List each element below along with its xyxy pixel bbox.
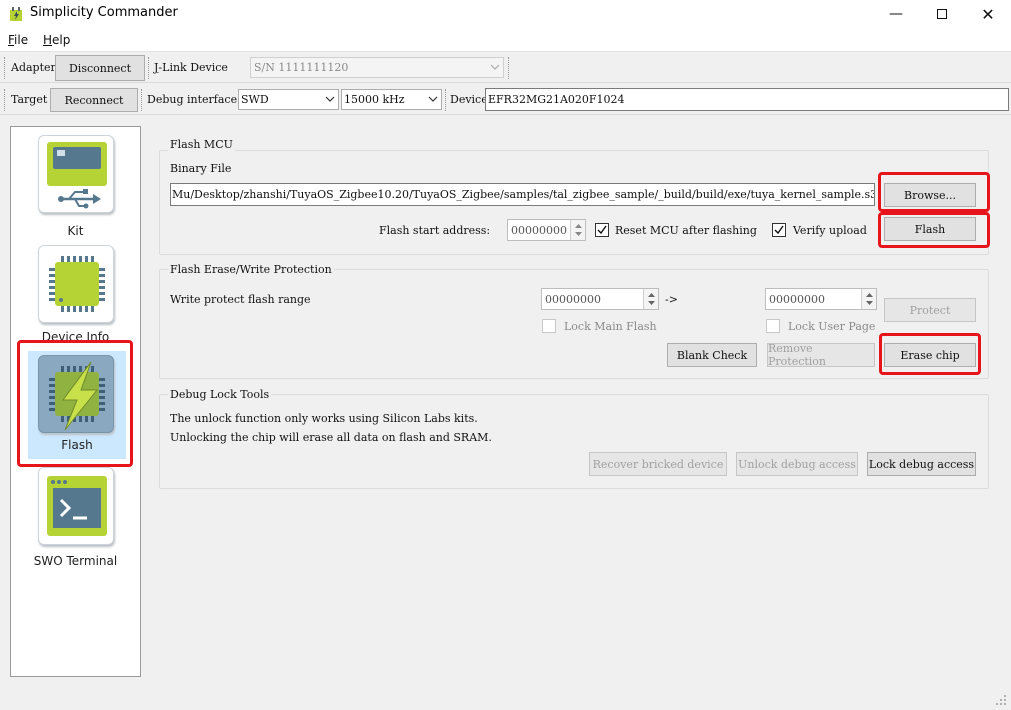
verify-upload-label: Verify upload — [793, 224, 867, 237]
write-protect-range-label: Write protect flash range — [170, 293, 311, 306]
highlight-flash-nav — [17, 340, 133, 467]
flash-start-address-value: 00000000 — [511, 223, 567, 237]
erase-protect-title: Flash Erase/Write Protection — [168, 263, 334, 276]
protect-from-value: 00000000 — [545, 292, 601, 306]
verify-upload-checkbox[interactable] — [772, 223, 786, 237]
minimize-icon: — — [889, 6, 903, 22]
menu-help-label: elp — [52, 33, 71, 47]
close-button[interactable]: ✕ — [965, 0, 1011, 28]
chevron-down-icon — [325, 96, 335, 102]
window-title: Simplicity Commander — [30, 5, 178, 20]
protect-to-spinbox[interactable]: 00000000 — [765, 288, 877, 310]
resize-grip-icon[interactable] — [994, 693, 1008, 707]
speed-select[interactable]: 15000 kHz — [341, 89, 442, 110]
highlight-flash-button — [878, 212, 990, 248]
recover-bricked-device-button[interactable]: Recover bricked device — [589, 452, 727, 476]
range-arrow: -> — [665, 293, 678, 306]
maximize-button[interactable] — [919, 0, 965, 28]
menu-file-label: ile — [14, 33, 29, 47]
flash-start-address-label: Flash start address: — [379, 224, 491, 237]
lock-main-flash-checkbox[interactable] — [542, 319, 556, 333]
remove-protection-button[interactable]: Remove Protection — [767, 342, 875, 368]
device-label: Device — [450, 93, 488, 106]
nav-item-device-info[interactable]: Device Info — [11, 243, 140, 347]
maximize-icon — [937, 9, 947, 19]
nav-item-swo-terminal[interactable]: SWO Terminal — [11, 465, 140, 573]
jlink-label-text: -Link Device — [158, 61, 228, 74]
kit-usb-icon — [38, 135, 114, 213]
binary-file-label: Binary File — [170, 162, 232, 175]
adapter-label: Adapter — [11, 61, 56, 74]
jlink-device-select[interactable]: S/N 1111111120 — [250, 57, 504, 78]
highlight-erase-chip — [879, 333, 981, 375]
checkmark-icon — [597, 225, 607, 235]
debug-lock-info-line2: Unlocking the chip will erase all data o… — [170, 431, 492, 444]
target-label: Target — [11, 93, 48, 106]
blank-check-button[interactable]: Blank Check — [667, 343, 757, 367]
highlight-browse — [878, 172, 990, 212]
lock-debug-access-button[interactable]: Lock debug access — [867, 452, 976, 476]
jlink-serial-value: S/N 1111111120 — [254, 61, 349, 74]
spin-arrows-icon[interactable] — [570, 220, 585, 240]
debug-interface-label: Debug interface — [147, 93, 238, 106]
protect-to-value: 00000000 — [769, 292, 825, 306]
speed-value: 15000 kHz — [344, 93, 405, 106]
target-toolbar: Target Reconnect Debug interface SWD 150… — [0, 85, 1011, 115]
binary-file-path-input[interactable]: Mu/Desktop/zhanshi/TuyaOS_Zigbee10.20/Tu… — [170, 183, 875, 206]
toolbar-grip[interactable] — [4, 57, 7, 79]
title-bar: Simplicity Commander — ✕ — [0, 0, 1011, 28]
chip-icon — [38, 245, 114, 323]
protect-from-spinbox[interactable]: 00000000 — [541, 288, 659, 310]
flash-mcu-title: Flash MCU — [168, 138, 235, 151]
debug-interface-value: SWD — [241, 93, 269, 106]
menu-help[interactable]: Help — [43, 33, 70, 47]
lock-user-page-label: Lock User Page — [788, 320, 876, 333]
reconnect-button[interactable]: Reconnect — [50, 88, 138, 112]
nav-label-kit: Kit — [67, 224, 84, 238]
debug-interface-select[interactable]: SWD — [238, 89, 339, 110]
menu-bar: File Help — [0, 28, 1011, 52]
terminal-icon — [38, 467, 114, 545]
device-field[interactable]: EFR32MG21A020F1024 — [485, 88, 1009, 111]
reset-mcu-label: Reset MCU after flashing — [615, 224, 757, 237]
app-icon — [9, 6, 23, 22]
checkmark-icon — [774, 225, 784, 235]
reset-mcu-checkbox[interactable] — [595, 223, 609, 237]
flash-start-address-spinbox[interactable]: 00000000 — [507, 219, 586, 241]
nav-item-kit[interactable]: Kit — [11, 133, 140, 241]
close-icon: ✕ — [981, 4, 995, 24]
minimize-button[interactable]: — — [873, 0, 919, 28]
debug-lock-title: Debug Lock Tools — [168, 388, 272, 401]
unlock-debug-access-button[interactable]: Unlock debug access — [736, 452, 858, 476]
toolbar-grip[interactable] — [445, 89, 448, 111]
chevron-down-icon — [428, 96, 438, 102]
spin-arrows-icon[interactable] — [861, 289, 876, 309]
adapter-toolbar: Adapter Disconnect J-Link Device S/N 111… — [0, 53, 1011, 83]
menu-help-mnemonic: H — [43, 33, 53, 47]
debug-lock-info-line1: The unlock function only works using Sil… — [170, 412, 478, 425]
disconnect-button[interactable]: Disconnect — [55, 55, 145, 81]
protect-button[interactable]: Protect — [884, 298, 976, 322]
nav-label-swo-terminal: SWO Terminal — [33, 554, 118, 568]
lock-user-page-checkbox[interactable] — [766, 319, 780, 333]
spin-arrows-icon[interactable] — [643, 289, 658, 309]
toolbar-separator — [508, 57, 511, 79]
toolbar-grip[interactable] — [4, 89, 7, 111]
lock-main-flash-label: Lock Main Flash — [564, 320, 657, 333]
menu-file[interactable]: File — [8, 33, 28, 47]
toolbar-grip[interactable] — [148, 57, 151, 79]
chevron-down-icon — [490, 64, 500, 70]
jlink-device-label: J-Link Device — [154, 61, 228, 74]
toolbar-grip[interactable] — [141, 89, 144, 111]
